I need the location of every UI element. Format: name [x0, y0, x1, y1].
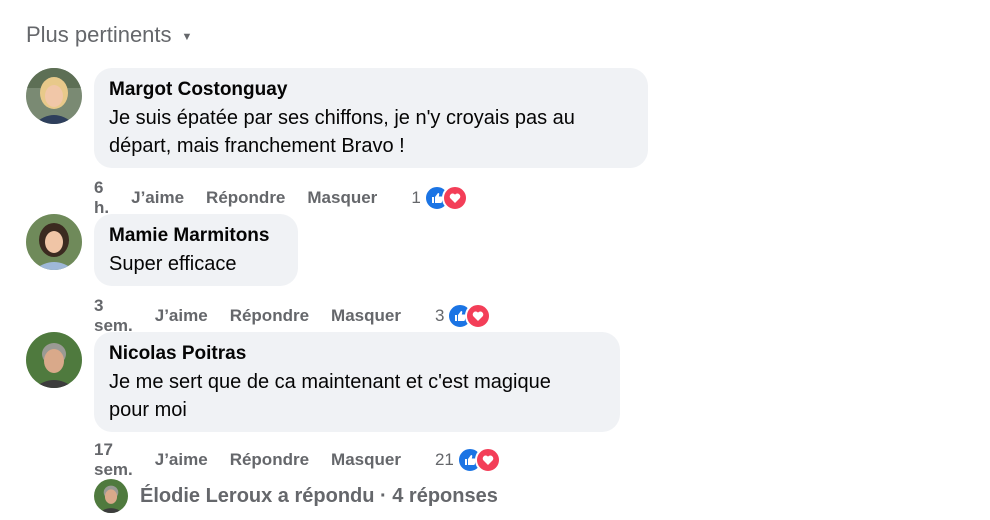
- reactions-count: 1: [411, 188, 421, 207]
- comment-text: Je suis épatée par ses chiffons, je n'y …: [109, 107, 575, 157]
- reactions-summary[interactable]: 21: [435, 447, 501, 473]
- avatar[interactable]: [26, 332, 82, 388]
- love-reaction-icon: [465, 303, 492, 329]
- reply-button[interactable]: Répondre: [230, 450, 309, 470]
- comment-author[interactable]: Margot Costonguay: [109, 78, 633, 102]
- comment-actions: 3 sem. J’aime Répondre Masquer 3: [94, 296, 492, 336]
- comment-actions: 6 h. J’aime Répondre Masquer 1: [94, 178, 468, 218]
- comment-text: Super efficace: [109, 253, 237, 275]
- comment-time[interactable]: 3 sem.: [94, 296, 133, 336]
- avatar[interactable]: [26, 214, 82, 270]
- love-reaction-icon: [474, 447, 501, 473]
- reactions-summary[interactable]: 1: [411, 185, 468, 211]
- reactions-summary[interactable]: 3: [434, 303, 492, 329]
- hide-button[interactable]: Masquer: [331, 306, 401, 326]
- like-button[interactable]: J’aime: [155, 306, 208, 326]
- reactions-count: 3: [434, 306, 445, 325]
- hide-button[interactable]: Masquer: [307, 188, 377, 208]
- sort-label: Plus pertinents: [26, 22, 172, 47]
- reactions-count: 21: [434, 450, 454, 469]
- comment-actions: 17 sem. J’aime Répondre Masquer 21: [94, 440, 501, 480]
- like-button[interactable]: J’aime: [155, 450, 208, 470]
- comment-text: Je me sert que de ca maintenant et c'est…: [109, 371, 551, 421]
- avatar[interactable]: [26, 68, 82, 124]
- comment-bubble: Mamie Marmitons Super efficace: [94, 214, 298, 286]
- love-reaction-icon: [441, 185, 468, 211]
- replies-label: Élodie Leroux a répondu · 4 réponses: [140, 484, 498, 507]
- reply-button[interactable]: Répondre: [230, 306, 309, 326]
- comment-author[interactable]: Mamie Marmitons: [109, 224, 283, 248]
- comment-time[interactable]: 17 sem.: [94, 440, 133, 480]
- like-button[interactable]: J’aime: [131, 188, 184, 208]
- comment-author[interactable]: Nicolas Poitras: [109, 342, 605, 366]
- hide-button[interactable]: Masquer: [331, 450, 401, 470]
- comment-bubble: Nicolas Poitras Je me sert que de ca mai…: [94, 332, 620, 432]
- comment-time[interactable]: 6 h.: [94, 178, 109, 218]
- view-replies-link[interactable]: Élodie Leroux a répondu · 4 réponses: [94, 479, 498, 513]
- comment-bubble: Margot Costonguay Je suis épatée par ses…: [94, 68, 648, 168]
- chevron-down-icon: ▼: [181, 31, 193, 43]
- avatar: [94, 479, 128, 513]
- sort-dropdown[interactable]: Plus pertinents ▼: [26, 22, 192, 48]
- reply-button[interactable]: Répondre: [206, 188, 285, 208]
